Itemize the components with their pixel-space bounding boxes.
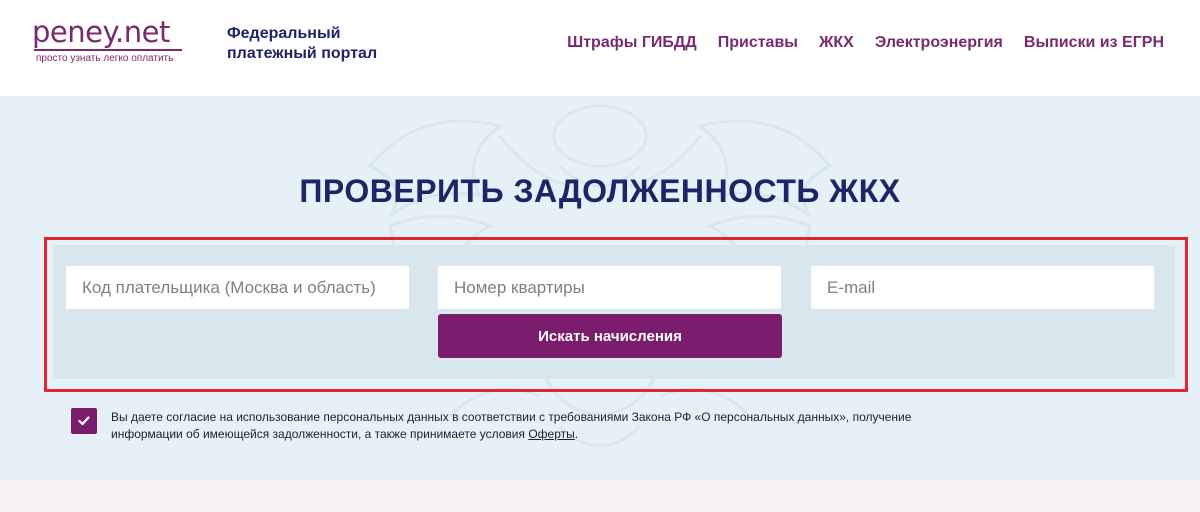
- offer-link[interactable]: Оферты: [528, 427, 574, 441]
- page-title: ПРОВЕРИТЬ ЗАДОЛЖЕННОСТЬ ЖКХ: [299, 173, 901, 209]
- apartment-number-input[interactable]: [438, 266, 781, 309]
- logo-underline: [34, 49, 182, 51]
- email-input[interactable]: [811, 266, 1154, 309]
- logo-text: peney.net: [32, 15, 170, 49]
- logo-tagline: просто узнать легко оплатить: [36, 53, 174, 64]
- site-header: peney.net просто узнать легко оплатить Ф…: [0, 0, 1200, 96]
- consent-suffix: .: [574, 427, 579, 441]
- search-charges-button[interactable]: Искать начисления: [438, 314, 782, 358]
- payer-code-input[interactable]: [66, 266, 409, 309]
- consent-checkbox[interactable]: [71, 408, 97, 434]
- nav-item-bailiffs[interactable]: Приставы: [718, 33, 798, 53]
- consent-text: Вы даете согласие на использование персо…: [111, 409, 931, 443]
- page-footer-strip: [0, 480, 1200, 512]
- nav-item-egrn-extracts[interactable]: Выписки из ЕГРН: [1024, 33, 1164, 53]
- site-logo[interactable]: peney.net просто узнать легко оплатить: [32, 15, 192, 64]
- nav-item-electricity[interactable]: Электроэнергия: [875, 33, 1003, 53]
- main-nav: Штрафы ГИБДД Приставы ЖКХ Электроэнергия…: [567, 33, 1164, 53]
- nav-item-gibdd-fines[interactable]: Штрафы ГИБДД: [567, 33, 697, 53]
- consent-body: Вы даете согласие на использование персо…: [111, 410, 912, 441]
- check-icon: [78, 416, 90, 426]
- nav-item-housing[interactable]: ЖКХ: [819, 33, 854, 53]
- hero-section: ПРОВЕРИТЬ ЗАДОЛЖЕННОСТЬ ЖКХ Искать начис…: [0, 96, 1200, 480]
- portal-name: Федеральный платежный портал: [227, 25, 378, 62]
